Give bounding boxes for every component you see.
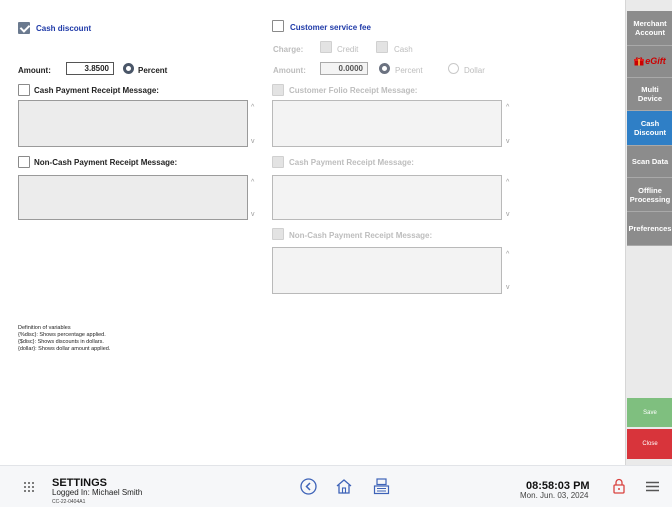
settings-sidebar: Merchant Account eGift Multi Device Cash… xyxy=(625,0,672,465)
logged-in-user: Logged In: Michael Smith xyxy=(52,488,143,497)
scroll-up-icon[interactable]: ^ xyxy=(506,104,509,111)
sidebar-item-offline-processing[interactable]: Offline Processing xyxy=(627,178,672,212)
fee-percent-radio[interactable] xyxy=(379,63,390,74)
definition-title: Definition of variables xyxy=(18,325,71,331)
scroll-down-icon[interactable]: v xyxy=(251,211,255,218)
scroll-up-icon[interactable]: ^ xyxy=(251,179,254,186)
scroll-up-icon[interactable]: ^ xyxy=(506,179,509,186)
fee-noncash-receipt-label: Non-Cash Payment Receipt Message: xyxy=(289,231,433,240)
home-icon[interactable] xyxy=(335,478,353,495)
sidebar-item-cash-discount[interactable]: Cash Discount xyxy=(627,111,672,146)
scroll-down-icon[interactable]: v xyxy=(506,284,510,291)
scroll-down-icon[interactable]: v xyxy=(506,138,510,145)
device-id: CC-22-0404A1 xyxy=(52,499,86,505)
fee-cash-receipt-label: Cash Payment Receipt Message: xyxy=(289,158,414,167)
noncash-receipt-checkbox[interactable] xyxy=(18,156,30,168)
gift-icon xyxy=(634,57,645,66)
amount-input[interactable]: 3.8500 xyxy=(66,62,114,75)
scroll-up-icon[interactable]: ^ xyxy=(506,251,509,258)
register-icon[interactable] xyxy=(373,477,390,495)
scroll-down-icon[interactable]: v xyxy=(251,138,255,145)
sidebar-item-egift[interactable]: eGift xyxy=(627,46,672,78)
cash-discount-panel: Cash discount Amount: 3.8500 Percent Cas… xyxy=(0,0,625,465)
credit-label: Credit xyxy=(337,45,359,54)
folio-receipt-checkbox[interactable] xyxy=(272,84,284,96)
amount-label: Amount: xyxy=(18,66,51,75)
grid-icon[interactable] xyxy=(23,481,35,493)
settings-screen: Cash discount Amount: 3.8500 Percent Cas… xyxy=(0,0,672,507)
customer-service-fee-label: Customer service fee xyxy=(290,23,371,32)
cash-discount-checkbox[interactable] xyxy=(18,22,30,34)
lock-icon[interactable] xyxy=(613,478,625,494)
noncash-receipt-textarea[interactable] xyxy=(18,175,248,220)
back-icon[interactable] xyxy=(300,478,317,495)
charge-label: Charge: xyxy=(273,45,304,54)
fee-noncash-receipt-checkbox[interactable] xyxy=(272,228,284,240)
folio-receipt-label: Customer Folio Receipt Message: xyxy=(289,86,418,95)
customer-service-fee-checkbox[interactable] xyxy=(272,20,284,32)
clock-date: Mon. Jun. 03, 2024 xyxy=(520,491,589,500)
percent-label: Percent xyxy=(138,66,168,75)
cash-discount-label: Cash discount xyxy=(36,24,92,33)
bottom-bar: SETTINGS Logged In: Michael Smith CC-22-… xyxy=(0,465,672,507)
cash-checkbox[interactable] xyxy=(376,41,388,53)
noncash-receipt-label: Non-Cash Payment Receipt Message: xyxy=(34,158,178,167)
fee-cash-receipt-checkbox[interactable] xyxy=(272,156,284,168)
cash-label: Cash xyxy=(394,45,413,54)
egift-label: eGift xyxy=(645,56,666,66)
scroll-down-icon[interactable]: v xyxy=(506,211,510,218)
fee-percent-label: Percent xyxy=(395,66,423,75)
cash-receipt-label: Cash Payment Receipt Message: xyxy=(34,86,159,95)
sidebar-item-scan-data[interactable]: Scan Data xyxy=(627,146,672,178)
cash-receipt-checkbox[interactable] xyxy=(18,84,30,96)
sidebar-item-merchant-account[interactable]: Merchant Account xyxy=(627,11,672,46)
fee-amount-label: Amount: xyxy=(273,66,306,75)
fee-noncash-receipt-textarea[interactable] xyxy=(272,247,502,294)
folio-receipt-textarea[interactable] xyxy=(272,100,502,147)
percent-radio[interactable] xyxy=(123,63,134,74)
scroll-up-icon[interactable]: ^ xyxy=(251,104,254,111)
cash-receipt-textarea[interactable] xyxy=(18,100,248,147)
fee-dollar-radio[interactable] xyxy=(448,63,459,74)
save-button[interactable]: Save xyxy=(627,398,672,427)
definition-line: {$disc}: Shows discounts in dollars. xyxy=(18,339,104,345)
definition-line: {%disc}: Shows percentage applied. xyxy=(18,332,106,338)
credit-checkbox[interactable] xyxy=(320,41,332,53)
egift-logo: eGift xyxy=(634,57,666,66)
fee-amount-input[interactable]: 0.0000 xyxy=(320,62,368,75)
fee-dollar-label: Dollar xyxy=(464,66,485,75)
fee-cash-receipt-textarea[interactable] xyxy=(272,175,502,220)
sidebar-item-preferences[interactable]: Preferences xyxy=(627,212,672,246)
sidebar-item-multi-device[interactable]: Multi Device xyxy=(627,78,672,111)
menu-icon[interactable] xyxy=(645,481,660,492)
close-button[interactable]: Close xyxy=(627,429,672,459)
definition-line: {dollar}: Shows dollar amount applied. xyxy=(18,346,111,352)
